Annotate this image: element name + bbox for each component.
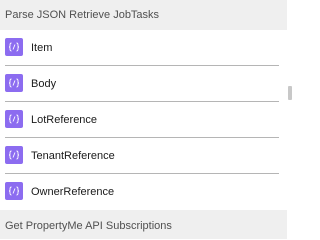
section-header-get-propertyme[interactable]: Get PropertyMe API Subscriptions <box>0 210 287 239</box>
scrollbar-thumb[interactable] <box>288 86 292 100</box>
list-item-label: TenantReference <box>31 150 115 162</box>
list-item-label: Body <box>31 78 57 90</box>
list-item-label: LotReference <box>31 114 98 126</box>
scrollbar[interactable] <box>287 0 294 239</box>
list-item-tenantreference[interactable]: TenantReference <box>0 138 287 174</box>
expression-icon <box>5 38 23 56</box>
expression-icon <box>5 110 23 128</box>
list-item-label: Item <box>31 42 53 54</box>
expression-icon <box>5 182 23 200</box>
list-item-item[interactable]: Item <box>0 30 287 66</box>
section-header-parse-json: Parse JSON Retrieve JobTasks <box>0 0 287 30</box>
expression-icon <box>5 74 23 92</box>
list-item-ownerreference[interactable]: OwnerReference <box>0 174 287 210</box>
list-item-lotreference[interactable]: LotReference <box>0 102 287 138</box>
dynamic-content-panel: Parse JSON Retrieve JobTasks Item Body L… <box>0 0 294 239</box>
dynamic-content-list: Item Body LotReference TenantReference O… <box>0 30 287 210</box>
expression-icon <box>5 146 23 164</box>
list-item-label: OwnerReference <box>31 186 115 198</box>
list-item-body[interactable]: Body <box>0 66 287 102</box>
